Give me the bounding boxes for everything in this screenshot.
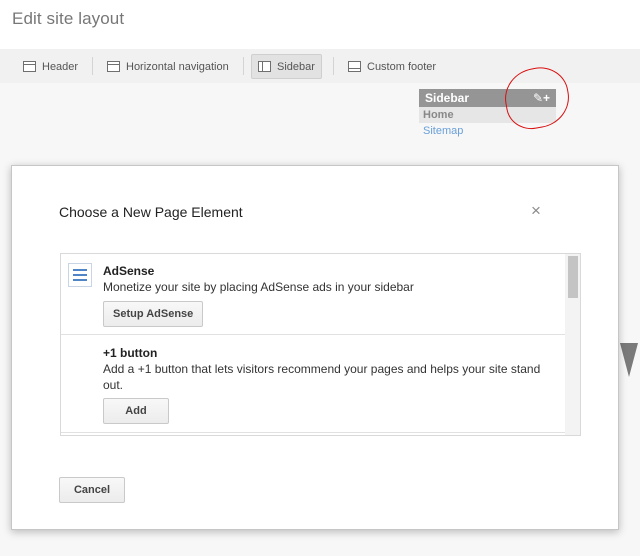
toolbar-custom-footer-label: Custom footer bbox=[367, 60, 437, 73]
toolbar-divider bbox=[333, 57, 334, 75]
toolbar-divider bbox=[92, 57, 93, 75]
sidebar-layout-icon bbox=[258, 61, 271, 72]
background-decoration bbox=[620, 343, 638, 377]
page-title: Edit site layout bbox=[12, 9, 125, 28]
element-description: Add a +1 button that lets visitors recom… bbox=[103, 362, 541, 392]
dialog-title: Choose a New Page Element bbox=[59, 204, 243, 220]
list-item: +1 button Add a +1 button that lets visi… bbox=[61, 335, 566, 433]
choose-page-element-dialog: Choose a New Page Element × AdSense Mone… bbox=[11, 165, 619, 530]
toolbar-custom-footer-button[interactable]: Custom footer bbox=[342, 54, 442, 79]
close-icon[interactable]: × bbox=[531, 202, 541, 219]
setup-adsense-button[interactable]: Setup AdSense bbox=[103, 301, 204, 327]
footer-layout-icon bbox=[348, 61, 361, 72]
toolbar-horizontal-navigation-label: Horizontal navigation bbox=[126, 60, 229, 73]
toolbar-header-button[interactable]: Header bbox=[17, 54, 84, 79]
cancel-button[interactable]: Cancel bbox=[59, 477, 125, 503]
sidebar-widget-title: Sidebar bbox=[425, 91, 470, 105]
element-title: +1 button bbox=[103, 346, 158, 360]
scrollbar[interactable] bbox=[565, 254, 580, 435]
element-title: AdSense bbox=[103, 264, 155, 278]
toolbar-horizontal-navigation-button[interactable]: Horizontal navigation bbox=[101, 54, 235, 79]
list-item: AdSense Monetize your site by placing Ad… bbox=[61, 254, 566, 335]
toolbar-header-label: Header bbox=[42, 60, 79, 73]
scrollbar-thumb[interactable] bbox=[568, 256, 578, 298]
header-layout-icon bbox=[23, 61, 36, 72]
element-description: Monetize your site by placing AdSense ad… bbox=[103, 280, 414, 294]
toolbar-sidebar-button[interactable]: Sidebar bbox=[251, 54, 322, 79]
element-list[interactable]: AdSense Monetize your site by placing Ad… bbox=[60, 253, 581, 436]
add-plus-one-button[interactable]: Add bbox=[103, 398, 169, 424]
toolbar-divider bbox=[243, 57, 244, 75]
toolbar-sidebar-label: Sidebar bbox=[277, 60, 315, 73]
horizontal-navigation-layout-icon bbox=[107, 61, 120, 72]
adsense-icon bbox=[68, 263, 92, 287]
